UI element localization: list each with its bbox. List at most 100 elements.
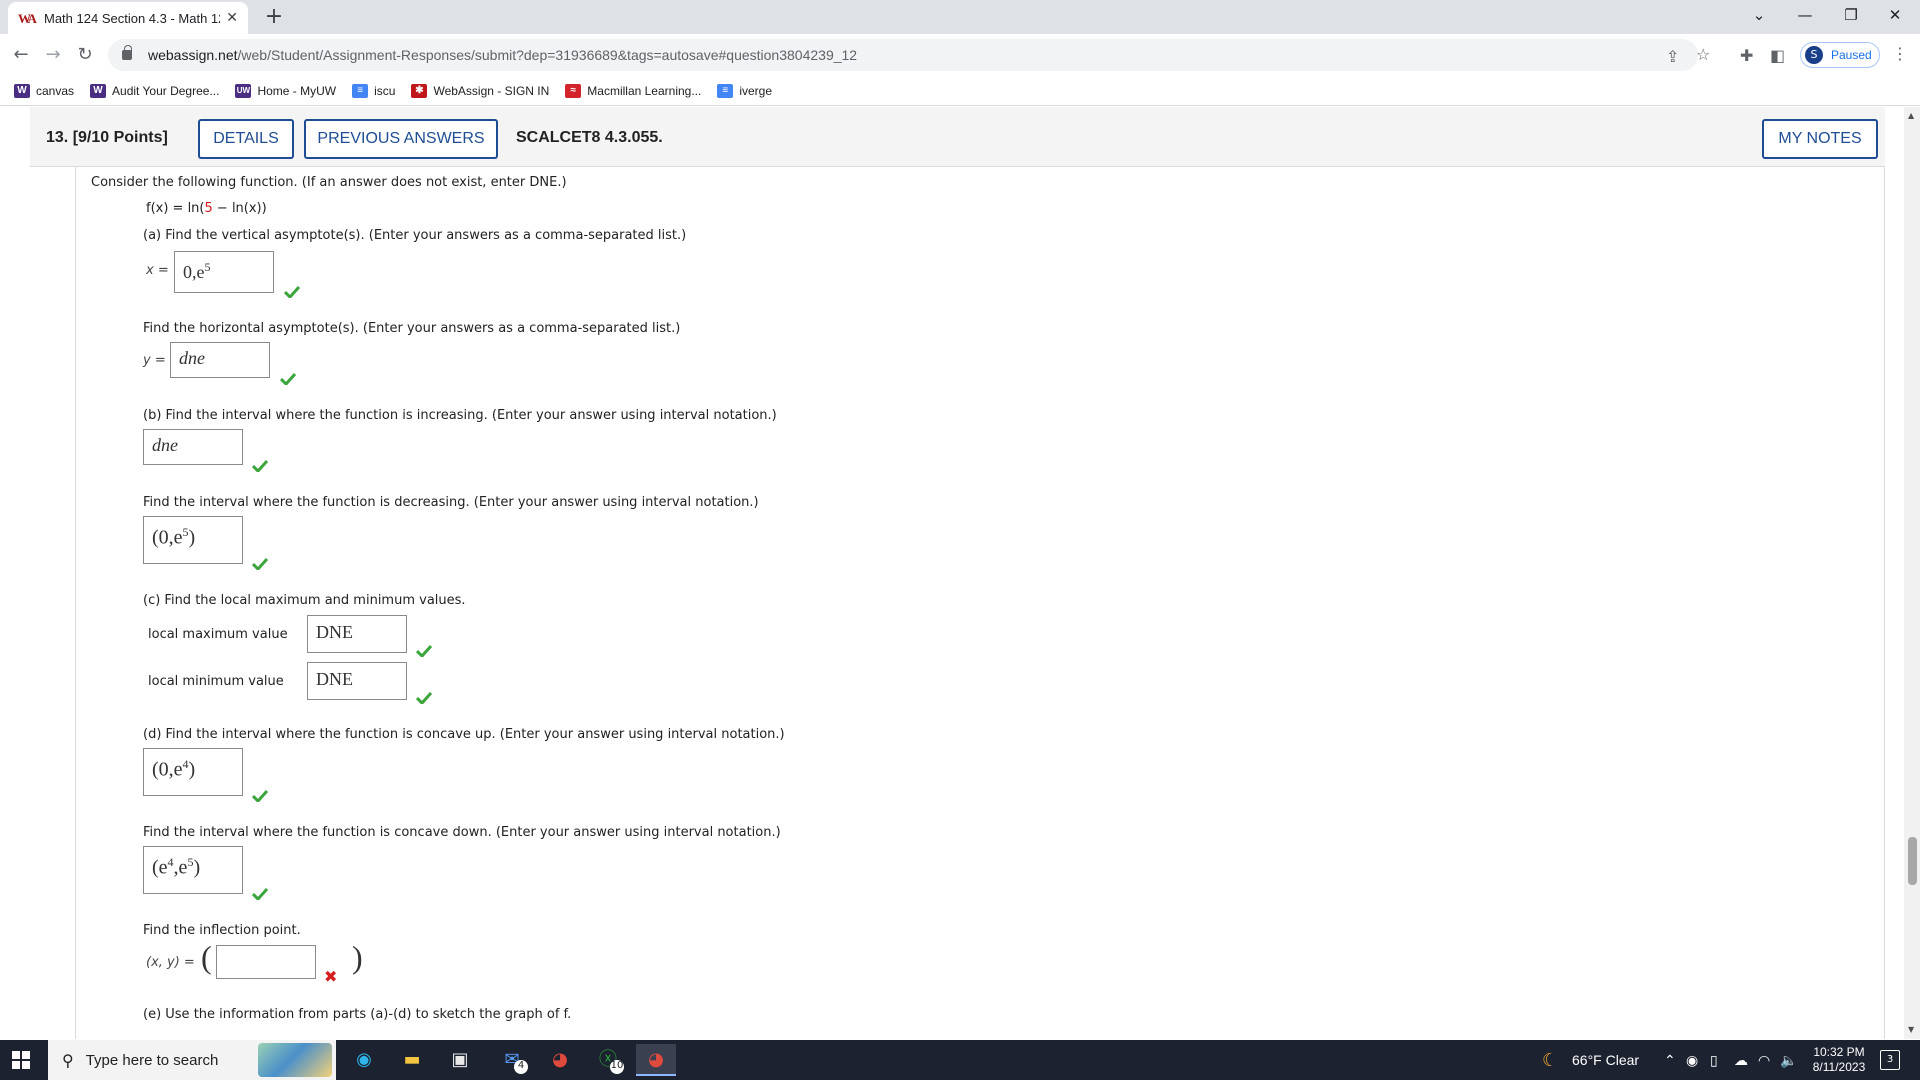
part-e-prompt: (e) Use the information from parts (a)-(…: [143, 1007, 572, 1022]
previous-answers-button[interactable]: PREVIOUS ANSWERS: [304, 119, 498, 159]
close-window-button[interactable]: ✕: [1872, 0, 1918, 34]
avatar: S: [1805, 46, 1823, 64]
browser-tab-active[interactable]: WA Math 124 Section 4.3 - Math 124 ✕: [8, 2, 248, 34]
share-icon[interactable]: ⇪: [1666, 47, 1679, 66]
local-max-label: local maximum value: [148, 627, 288, 642]
bookmark-myuw[interactable]: UW Home - MyUW: [235, 83, 336, 98]
horizontal-asymptote-label: y =: [143, 353, 166, 368]
correct-check-icon: [252, 790, 268, 802]
part-c-prompt: (c) Find the local maximum and minimum v…: [143, 593, 466, 608]
profile-button[interactable]: S Paused: [1800, 42, 1880, 68]
weather-text[interactable]: 66°F Clear: [1572, 1040, 1639, 1080]
concave-down-input[interactable]: (e4,e5): [143, 846, 243, 894]
bookmark-webassign[interactable]: ✱ WebAssign - SIGN IN: [411, 83, 549, 98]
store-icon[interactable]: ▣: [440, 1044, 480, 1076]
scrollbar-thumb[interactable]: [1908, 837, 1917, 885]
question-body: Consider the following function. (If an …: [75, 167, 1885, 1039]
part-b-prompt: (b) Find the interval where the function…: [143, 408, 777, 423]
lock-icon[interactable]: [122, 45, 132, 60]
bookmark-audit-degree[interactable]: W Audit Your Degree...: [90, 83, 219, 98]
address-bar[interactable]: webassign.net/web/Student/Assignment-Res…: [108, 39, 1710, 71]
question-code: SCALCET8 4.3.055.: [516, 129, 663, 146]
correct-check-icon: [280, 373, 296, 385]
weather-moon-icon[interactable]: ☾: [1542, 1040, 1558, 1080]
windows-taskbar: ⚲ Type here to search ◉ ▬ ▣ ✉ 4 ◕ ⓧ 10 ◕ ☾…: [0, 1040, 1920, 1080]
horizontal-asymptote-input[interactable]: dne: [170, 342, 270, 378]
horizontal-asymptote-prompt: Find the horizontal asymptote(s). (Enter…: [143, 321, 681, 336]
bookmark-canvas[interactable]: W canvas: [14, 83, 74, 98]
profile-status: Paused: [1831, 48, 1872, 62]
taskbar-search-placeholder: Type here to search: [85, 1051, 219, 1069]
increasing-interval-input[interactable]: dne: [143, 429, 243, 465]
my-notes-button[interactable]: MY NOTES: [1762, 119, 1878, 159]
chrome-icon[interactable]: ◕: [540, 1044, 580, 1076]
bookmark-macmillan[interactable]: ≈ Macmillan Learning...: [565, 83, 701, 98]
close-icon[interactable]: ✕: [226, 10, 238, 26]
reload-button[interactable]: ↻: [72, 42, 98, 68]
bookmarks-bar: W canvas W Audit Your Degree... UW Home …: [0, 76, 1920, 106]
details-button[interactable]: DETAILS: [198, 119, 294, 159]
page-scrollbar[interactable]: ▲ ▼: [1904, 107, 1920, 1039]
decreasing-interval-input[interactable]: (0,e5): [143, 516, 243, 564]
concave-down-prompt: Find the interval where the function is …: [143, 825, 781, 840]
part-a-prompt: (a) Find the vertical asymptote(s). (Ent…: [143, 228, 687, 243]
back-button[interactable]: ←: [8, 42, 34, 68]
tray-device-icon[interactable]: ▯: [1710, 1040, 1718, 1080]
extensions-icon[interactable]: ✚: [1740, 46, 1753, 65]
question-intro: Consider the following function. (If an …: [91, 175, 567, 190]
bookmark-iscu[interactable]: ≡ iscu: [352, 83, 395, 98]
xbox-icon[interactable]: ⓧ 10: [588, 1044, 628, 1076]
local-max-input[interactable]: DNE: [307, 615, 407, 653]
doc-icon: ≡: [717, 83, 734, 98]
clock-date: 8/11/2023: [1812, 1060, 1866, 1074]
onedrive-icon[interactable]: ☁: [1734, 1040, 1748, 1080]
canvas-icon: W: [14, 83, 30, 98]
bookmark-iverge[interactable]: ≡ iverge: [717, 83, 772, 98]
inflection-close-paren: ): [352, 939, 363, 975]
taskbar-search-box[interactable]: ⚲ Type here to search: [48, 1040, 336, 1080]
mail-badge: 4: [514, 1060, 528, 1074]
question-header: 13. [9/10 Points] DETAILS PREVIOUS ANSWE…: [30, 107, 1885, 167]
edge-icon[interactable]: ◉: [344, 1044, 384, 1076]
scroll-up-icon[interactable]: ▲: [1908, 111, 1914, 120]
side-panel-icon[interactable]: ◧: [1770, 46, 1785, 65]
correct-check-icon: [252, 888, 268, 900]
doc-icon: ≡: [352, 83, 369, 98]
local-min-label: local minimum value: [148, 674, 284, 689]
url-text: webassign.net/web/Student/Assignment-Res…: [148, 47, 858, 63]
taskbar-clock[interactable]: 10:32 PM 8/11/2023: [1800, 1045, 1878, 1075]
mail-icon[interactable]: ✉ 4: [492, 1044, 532, 1076]
inflection-point-input[interactable]: [216, 945, 316, 979]
scroll-down-icon[interactable]: ▼: [1908, 1025, 1914, 1034]
inflection-open-paren: (: [201, 939, 212, 975]
correct-check-icon: [284, 286, 300, 298]
new-tab-button[interactable]: +: [260, 4, 288, 32]
part-d-prompt: (d) Find the interval where the function…: [143, 727, 785, 742]
decreasing-prompt: Find the interval where the function is …: [143, 495, 759, 510]
tab-search-icon[interactable]: ⌄: [1736, 0, 1782, 34]
minimize-button[interactable]: —: [1782, 0, 1828, 34]
macmillan-icon: ≈: [565, 83, 582, 98]
wifi-icon[interactable]: ◠: [1758, 1040, 1770, 1080]
webassign-icon: WA: [18, 11, 37, 26]
tray-record-icon[interactable]: ◉: [1686, 1040, 1698, 1080]
xbox-badge: 10: [610, 1060, 624, 1074]
notification-center-icon[interactable]: 3: [1880, 1050, 1900, 1070]
restore-button[interactable]: ❐: [1828, 0, 1874, 34]
vertical-asymptote-input[interactable]: 0,e5: [174, 251, 274, 293]
function-definition: f(x) = ln(5 − ln(x)): [146, 201, 267, 216]
incorrect-x-icon: ✖: [324, 967, 338, 986]
menu-icon[interactable]: ⋮: [1892, 44, 1908, 63]
windows-start-icon[interactable]: [12, 1051, 30, 1069]
volume-icon[interactable]: 🔈: [1780, 1040, 1797, 1080]
tray-chevron-icon[interactable]: ⌃: [1664, 1040, 1676, 1080]
concave-up-input[interactable]: (0,e4): [143, 748, 243, 796]
local-min-input[interactable]: DNE: [307, 662, 407, 700]
forward-button[interactable]: →: [40, 42, 66, 68]
browser-tab-strip: WA Math 124 Section 4.3 - Math 124 ✕ + ⌄…: [0, 0, 1920, 34]
file-explorer-icon[interactable]: ▬: [392, 1044, 432, 1076]
star-icon[interactable]: ☆: [1696, 45, 1710, 64]
clock-time: 10:32 PM: [1813, 1045, 1865, 1059]
inflection-prompt: Find the inflection point.: [143, 923, 301, 938]
chrome-profile-icon[interactable]: ◕: [636, 1044, 676, 1076]
